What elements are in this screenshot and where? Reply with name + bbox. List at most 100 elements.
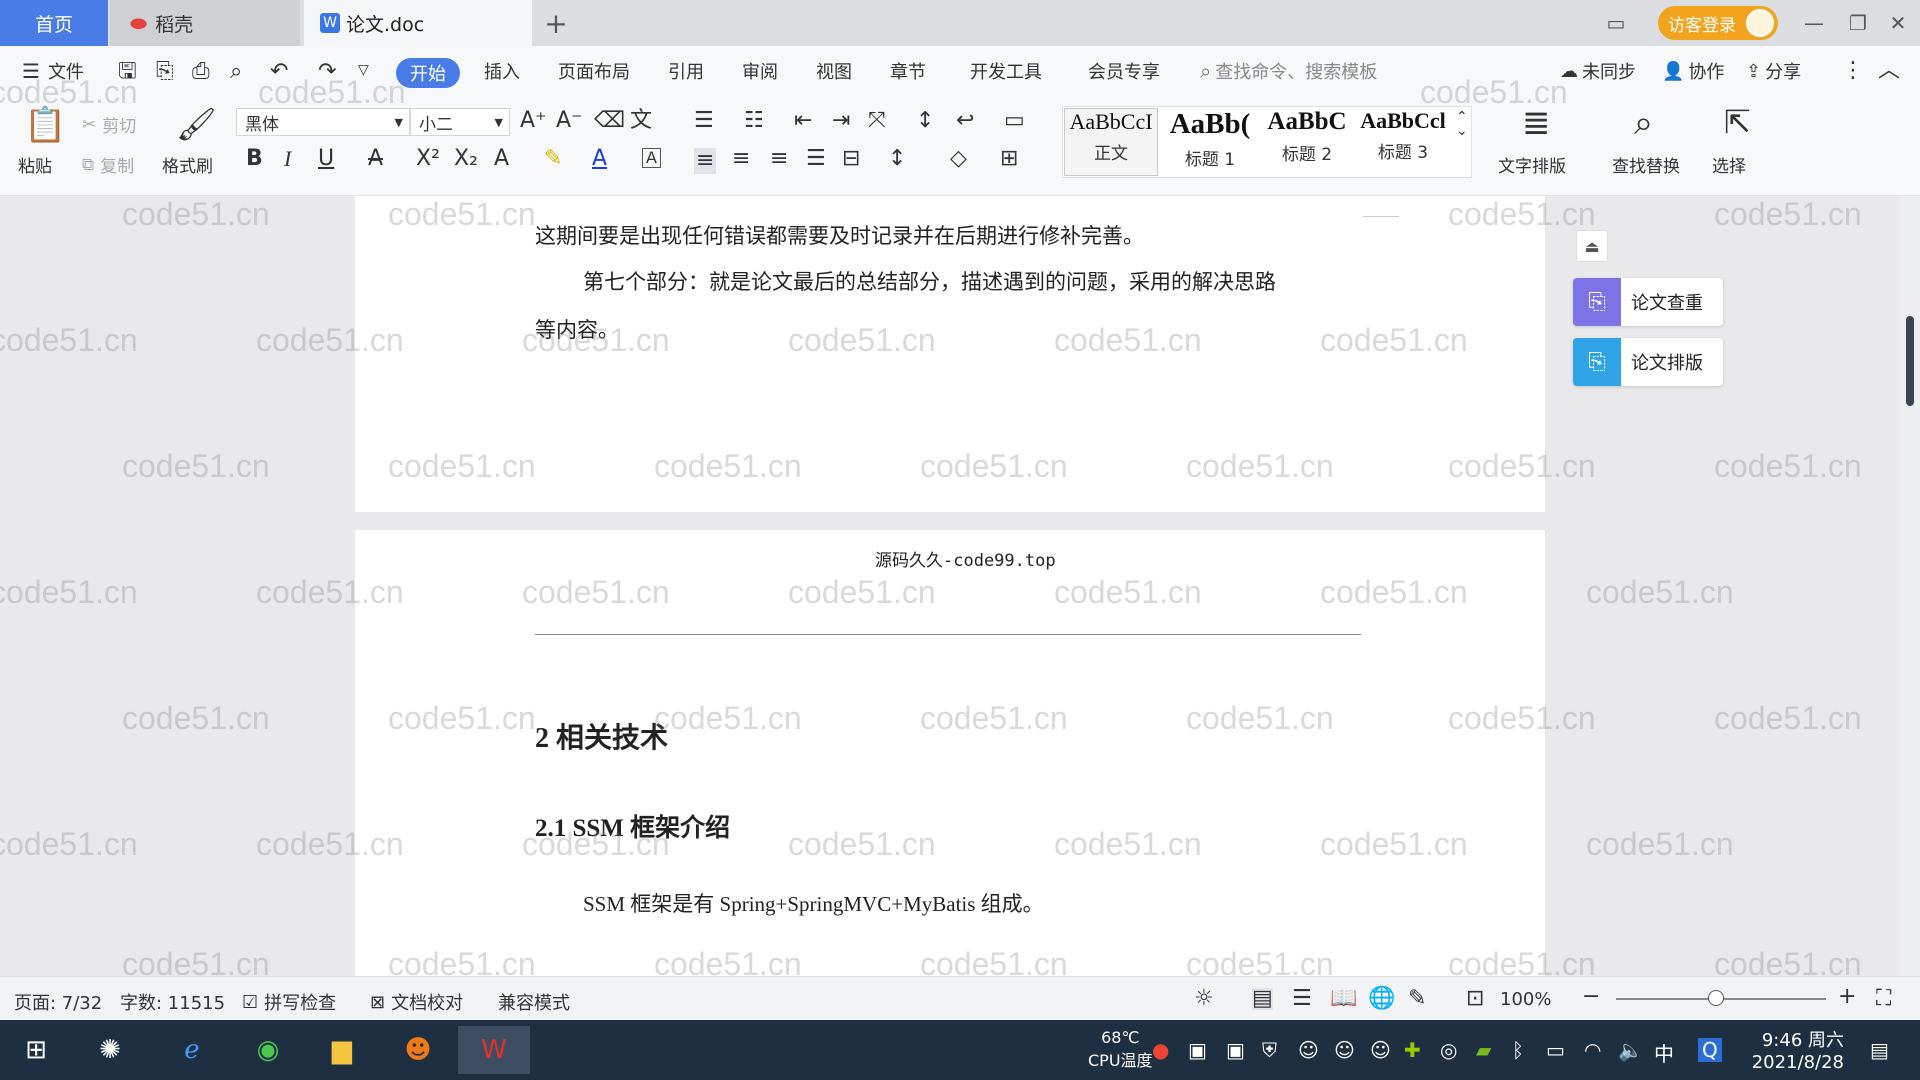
undo-icon[interactable]: ↶ <box>270 61 288 83</box>
justify-icon[interactable]: ☰ <box>806 148 826 170</box>
menu-insert[interactable]: 插入 <box>484 58 520 84</box>
style-heading-2[interactable]: AaBbC 标题 2 <box>1260 108 1354 176</box>
reading-view-icon[interactable]: 📖 <box>1330 988 1357 1010</box>
tray-app-icon[interactable]: ✚ <box>1404 1038 1421 1062</box>
redo-icon[interactable]: ↷ <box>318 61 336 83</box>
text-layout-label[interactable]: 文字排版 <box>1498 152 1566 177</box>
sync-button[interactable]: ☁ 未同步 <box>1560 58 1636 84</box>
ime-indicator[interactable]: 中 <box>1654 1038 1674 1067</box>
visitor-login-button[interactable]: 访客登录 <box>1658 6 1778 40</box>
increase-indent-icon[interactable]: ⇥ <box>832 110 850 132</box>
app-face-icon[interactable]: ☻ <box>394 1026 442 1074</box>
app-launcher-icon[interactable]: ✺ <box>86 1026 134 1074</box>
paste-icon[interactable]: 📋 <box>24 108 66 142</box>
clock[interactable]: 9:46 周六 2021/8/28 <box>1748 1026 1844 1073</box>
decrease-indent-icon[interactable]: ⇤ <box>794 110 812 132</box>
style-heading-1[interactable]: AaBb( 标题 1 <box>1162 108 1258 176</box>
word-count[interactable]: 字数: 11515 <box>120 989 225 1015</box>
menu-chapter[interactable]: 章节 <box>890 58 926 84</box>
zoom-in-icon[interactable]: + <box>1838 986 1856 1008</box>
menu-review[interactable]: 审阅 <box>742 58 778 84</box>
web-view-icon[interactable]: 🌐 <box>1368 988 1395 1010</box>
write-mode-icon[interactable]: ✎ <box>1408 988 1426 1010</box>
font-family-select[interactable]: 黑体 ▼ <box>236 108 410 136</box>
page-view-icon[interactable]: ▤ <box>1252 988 1273 1010</box>
fit-page-icon[interactable]: ⊡ <box>1466 988 1484 1010</box>
qq-icon[interactable]: ☺ <box>1370 1038 1391 1062</box>
bluetooth-icon[interactable]: ᛒ <box>1512 1038 1524 1062</box>
collapse-ribbon-icon[interactable]: ︿ <box>1878 60 1900 82</box>
menu-developer[interactable]: 开发工具 <box>970 58 1042 84</box>
tray-app-icon[interactable]: ▣ <box>1226 1038 1245 1062</box>
new-tab-button[interactable]: + <box>536 0 576 46</box>
sort-icon[interactable]: ↕ <box>916 110 934 132</box>
linebreak-icon[interactable]: ↩ <box>956 110 974 132</box>
nvidia-icon[interactable]: ▰ <box>1476 1038 1491 1062</box>
collab-button[interactable]: 👤 协作 <box>1662 58 1724 84</box>
vertical-scrollbar[interactable] <box>1900 196 1920 976</box>
styles-more-icon[interactable]: ⌃ ⌄ <box>1456 110 1468 138</box>
print-icon[interactable]: ⎙ <box>192 61 210 83</box>
format-painter-label[interactable]: 格式刷 <box>162 152 213 177</box>
paste-label[interactable]: 粘贴 <box>18 152 52 177</box>
find-replace-label[interactable]: 查找替换 <box>1612 152 1680 177</box>
text-effect-icon[interactable]: A <box>494 148 509 170</box>
line-spacing-icon[interactable]: ↕ <box>888 148 906 170</box>
menu-start[interactable]: 开始 <box>396 58 460 88</box>
save-icon[interactable]: 🖫 <box>118 61 137 83</box>
file-explorer-icon[interactable]: ▆ <box>318 1026 366 1074</box>
tab-daoke[interactable]: ⬬ 稻壳 <box>110 0 300 46</box>
italic-icon[interactable]: I <box>284 148 291 170</box>
distribute-icon[interactable]: ⊟ <box>842 148 860 170</box>
tray-app-icon[interactable]: ◎ <box>1440 1038 1457 1062</box>
more-icon[interactable]: ⋮ <box>1842 60 1864 82</box>
select-cursor-icon[interactable]: ⇱ <box>1724 106 1751 138</box>
notification-icon[interactable]: ▤ <box>1870 1038 1889 1062</box>
minimize-icon[interactable]: — <box>1792 0 1836 46</box>
ruler-icon[interactable]: ▭ <box>1004 110 1025 132</box>
menu-page-layout[interactable]: 页面布局 <box>558 58 630 84</box>
spell-check-button[interactable]: ☑ 拼写检查 <box>242 989 336 1015</box>
collapse-panel-icon[interactable]: ⏏ <box>1576 230 1608 262</box>
outline-view-icon[interactable]: ☰ <box>1292 988 1312 1010</box>
style-normal[interactable]: AaBbCcI 正文 <box>1064 108 1158 176</box>
paper-check-button[interactable]: ⎘ 论文查重 <box>1573 278 1723 326</box>
pinyin-icon[interactable]: 文 <box>630 110 652 132</box>
print-preview-icon[interactable]: ⌕ <box>230 61 242 83</box>
superscript-icon[interactable]: X² <box>416 148 440 170</box>
fullscreen-icon[interactable]: ⛶ <box>1876 988 1891 1010</box>
zoom-level[interactable]: 100% <box>1500 989 1551 1010</box>
close-icon[interactable]: ✕ <box>1876 0 1920 46</box>
zoom-slider-thumb[interactable] <box>1708 990 1724 1006</box>
bold-icon[interactable]: B <box>246 148 263 170</box>
command-search[interactable]: ⌕ 查找命令、搜索模板 <box>1200 58 1377 84</box>
borders-icon[interactable]: ⊞ <box>1000 148 1018 170</box>
page-indicator[interactable]: 页面: 7/32 <box>14 989 102 1015</box>
export-icon[interactable]: ⎘ <box>156 61 174 83</box>
restore-icon[interactable]: ❐ <box>1836 0 1880 46</box>
cut-button[interactable]: ✂ 剪切 <box>82 112 136 138</box>
ie-browser-icon[interactable]: ℯ <box>168 1026 216 1074</box>
numbered-list-icon[interactable]: ☷ <box>744 110 764 132</box>
menu-member[interactable]: 会员专享 <box>1088 58 1160 84</box>
font-size-select[interactable]: 小二 ▼ <box>410 108 510 136</box>
paper-layout-button[interactable]: ⎘ 论文排版 <box>1573 338 1723 386</box>
layout-icon[interactable]: ▭ <box>1594 0 1638 46</box>
style-heading-3[interactable]: AaBbCcl 标题 3 <box>1356 108 1450 176</box>
shield-icon[interactable]: ⛨ <box>1262 1038 1277 1062</box>
copy-button[interactable]: ⧉ 复制 <box>82 152 134 178</box>
zoom-out-icon[interactable]: − <box>1582 986 1600 1008</box>
battery-icon[interactable]: ▭ <box>1546 1038 1565 1062</box>
qq-icon[interactable]: ☺ <box>1298 1038 1319 1062</box>
subscript-icon[interactable]: X₂ <box>454 148 478 170</box>
underline-icon[interactable]: U <box>318 148 334 170</box>
browser-360-icon[interactable]: ◉ <box>244 1026 292 1074</box>
share-button[interactable]: ⇪ 分享 <box>1746 58 1801 84</box>
file-menu[interactable]: ☰ 文件 <box>22 58 84 84</box>
clear-format-icon[interactable]: ⌫ <box>594 110 625 132</box>
grow-font-icon[interactable]: A⁺ <box>520 110 547 132</box>
tab-document[interactable]: W 论文.doc <box>304 0 532 46</box>
bullet-list-icon[interactable]: ☰ <box>694 110 714 132</box>
more-dropdown-icon[interactable]: ▽ <box>358 63 369 77</box>
tab-home[interactable]: 首页 <box>0 0 108 46</box>
